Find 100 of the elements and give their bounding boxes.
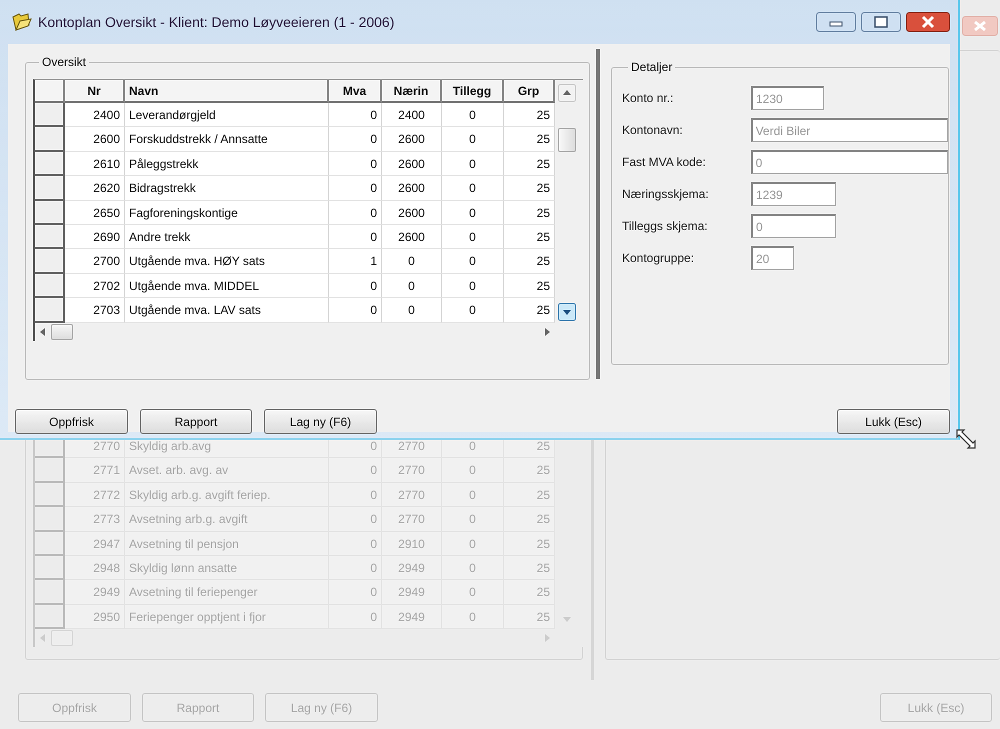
table-cell: 2600 <box>382 127 442 152</box>
table-cell: 0 <box>329 152 382 176</box>
column-header[interactable]: Navn <box>125 80 329 103</box>
scrollbar-thumb[interactable] <box>51 630 73 646</box>
table-cell: 25 <box>504 482 555 508</box>
table-cell: 0 <box>329 604 382 630</box>
table-cell: 2949 <box>382 580 442 605</box>
table-cell: Leverandørgjeld <box>125 103 329 128</box>
table-cell: 0 <box>442 507 504 532</box>
table-cell: 0 <box>382 298 442 323</box>
table-cell: 25 <box>504 176 555 201</box>
table-cell: 0 <box>442 556 504 580</box>
table-cell: 0 <box>442 224 504 250</box>
table-cell: 0 <box>329 224 382 250</box>
table-cell: 0 <box>329 532 382 556</box>
table-cell: 2400 <box>382 103 442 128</box>
table-cell: 0 <box>329 298 382 323</box>
table-cell: 1 <box>329 249 382 274</box>
row-selector[interactable] <box>35 200 65 225</box>
table-cell: 0 <box>329 200 382 225</box>
table-cell: 2600 <box>65 127 125 152</box>
table-cell: 25 <box>504 580 555 605</box>
table-cell: 2620 <box>65 176 125 201</box>
table-cell: 2702 <box>65 274 125 298</box>
table-cell: 2950 <box>65 604 125 630</box>
table-cell: 2949 <box>65 580 125 605</box>
column-header[interactable]: Grp <box>504 80 555 103</box>
table-cell: Utgående mva. LAV sats <box>125 298 329 323</box>
table-cell: 2949 <box>382 604 442 630</box>
scroll-left-icon[interactable] <box>39 328 47 336</box>
table-cell: 25 <box>504 249 555 274</box>
table-cell: Skyldig arb.g. avgift feriep. <box>125 482 329 508</box>
row-selector[interactable] <box>35 152 65 176</box>
table-cell: 25 <box>504 103 555 128</box>
table-cell: 0 <box>329 482 382 508</box>
table-cell: 25 <box>504 152 555 176</box>
table-cell: 0 <box>442 127 504 152</box>
table-cell: 0 <box>329 556 382 580</box>
maximize-icon[interactable] <box>861 12 901 32</box>
button[interactable]: Oppfrisk <box>15 409 128 434</box>
table-cell: 0 <box>442 200 504 225</box>
table-cell: 2910 <box>382 532 442 556</box>
table-cell: Forskuddstrekk / Annsatte <box>125 127 329 152</box>
row-selector[interactable] <box>35 176 65 201</box>
scrollbar-thumb[interactable] <box>558 128 576 152</box>
table-cell: 2400 <box>65 103 125 128</box>
column-header[interactable]: Nr <box>65 80 125 103</box>
table-cell: 25 <box>504 604 555 630</box>
table-cell: 2771 <box>65 458 125 483</box>
table-cell: 25 <box>504 224 555 250</box>
table-cell: Avsetning til pensjon <box>125 532 329 556</box>
table-cell: 2703 <box>65 298 125 323</box>
field-label: Kontonavn: <box>622 122 684 139</box>
close-icon[interactable] <box>906 12 950 32</box>
table-cell: 25 <box>504 127 555 152</box>
table-cell: 0 <box>442 458 504 483</box>
table-cell: 2770 <box>382 507 442 532</box>
close-button[interactable]: Lukk (Esc) <box>837 409 950 434</box>
column-header[interactable]: Nærin <box>382 80 442 103</box>
row-selector[interactable] <box>35 103 65 128</box>
table-cell: 25 <box>504 274 555 298</box>
column-header[interactable]: Tillegg <box>442 80 504 103</box>
table-cell: 2770 <box>382 482 442 508</box>
table-cell: 2600 <box>382 200 442 225</box>
table-cell: 0 <box>329 103 382 128</box>
table-cell: Avset. arb. avg. av <box>125 458 329 483</box>
table-cell: 2650 <box>65 200 125 225</box>
table-cell: 0 <box>329 580 382 605</box>
button[interactable]: Lag ny (F6) <box>264 409 377 434</box>
table-cell: Feriepenger opptjent i fjor <box>125 604 329 630</box>
scroll-up-icon[interactable] <box>558 84 576 102</box>
table-cell: 0 <box>442 532 504 556</box>
row-selector[interactable] <box>35 224 65 250</box>
table-cell: 0 <box>382 274 442 298</box>
scroll-down-icon[interactable] <box>558 302 576 321</box>
table-cell: 2947 <box>65 532 125 556</box>
table-cell: Påleggstrekk <box>125 152 329 176</box>
resize-cursor-icon <box>955 428 977 450</box>
button[interactable]: Rapport <box>140 409 252 434</box>
table-cell: Avsetning til feriepenger <box>125 580 329 605</box>
table-cell: 0 <box>329 507 382 532</box>
row-selector[interactable] <box>35 249 65 274</box>
table-cell: 0 <box>442 274 504 298</box>
scroll-right-icon[interactable] <box>543 328 551 336</box>
table-cell: 25 <box>504 507 555 532</box>
column-header[interactable]: Mva <box>329 80 382 103</box>
table-cell: Bidragstrekk <box>125 176 329 201</box>
row-selector[interactable] <box>35 274 65 298</box>
table-cell: 2770 <box>382 458 442 483</box>
table-cell: 2773 <box>65 507 125 532</box>
row-selector[interactable] <box>35 298 65 323</box>
table-cell: 2949 <box>382 556 442 580</box>
table-cell: Andre trekk <box>125 224 329 250</box>
field-label: Fast MVA kode: <box>622 154 707 171</box>
field-label: Kontogruppe: <box>622 250 696 267</box>
scrollbar-thumb[interactable] <box>51 324 73 340</box>
minimize-icon[interactable] <box>816 12 856 32</box>
table-cell: 25 <box>504 200 555 225</box>
field-label: Konto nr.: <box>622 90 674 107</box>
row-selector[interactable] <box>35 127 65 152</box>
